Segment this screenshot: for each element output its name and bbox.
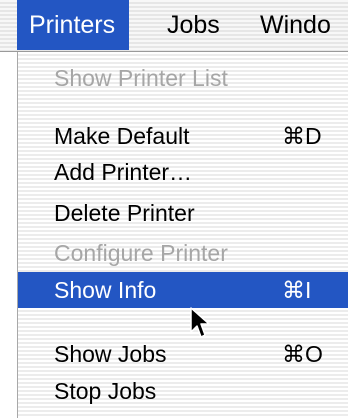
menu-item-label: Delete Printer <box>54 200 195 226</box>
shortcut-command-o: ⌘O <box>282 341 323 367</box>
shortcut-command-i: ⌘I <box>282 277 312 303</box>
menu-item-delete-printer[interactable]: Delete Printer <box>18 195 348 231</box>
screen: Printers Jobs Windo Show Printer List Ma… <box>0 0 348 418</box>
shortcut-command-d: ⌘D <box>282 123 322 149</box>
menu-printers[interactable]: Printers <box>17 0 130 50</box>
menu-item-show-info[interactable]: Show Info ⌘I <box>18 272 348 308</box>
menu-item-add-printer[interactable]: Add Printer… <box>18 154 348 190</box>
arrow-cursor-icon <box>190 307 210 338</box>
menu-item-show-printer-list: Show Printer List <box>18 60 348 96</box>
menu-item-stop-jobs[interactable]: Stop Jobs <box>18 373 348 409</box>
menu-item-label: Configure Printer <box>54 240 228 266</box>
menu-item-label: Show Jobs <box>54 341 167 367</box>
menu-item-label: Make Default <box>54 123 190 149</box>
menu-item-label: Add Printer… <box>54 159 193 185</box>
menu-jobs[interactable]: Jobs <box>167 0 220 50</box>
menu-window[interactable]: Windo <box>260 0 331 50</box>
menu-item-make-default[interactable]: Make Default ⌘D <box>18 118 348 154</box>
printers-dropdown-menu: Show Printer List Make Default ⌘D Add Pr… <box>17 52 348 418</box>
menu-item-show-jobs[interactable]: Show Jobs ⌘O <box>18 336 348 372</box>
menu-separator <box>18 100 348 114</box>
menu-item-configure-printer: Configure Printer <box>18 235 348 271</box>
menu-item-label: Show Info <box>54 277 157 303</box>
menu-bar: Printers Jobs Windo <box>0 0 348 52</box>
menu-separator <box>18 314 348 328</box>
menu-item-label: Stop Jobs <box>54 378 157 404</box>
menu-item-label: Show Printer List <box>54 65 228 91</box>
